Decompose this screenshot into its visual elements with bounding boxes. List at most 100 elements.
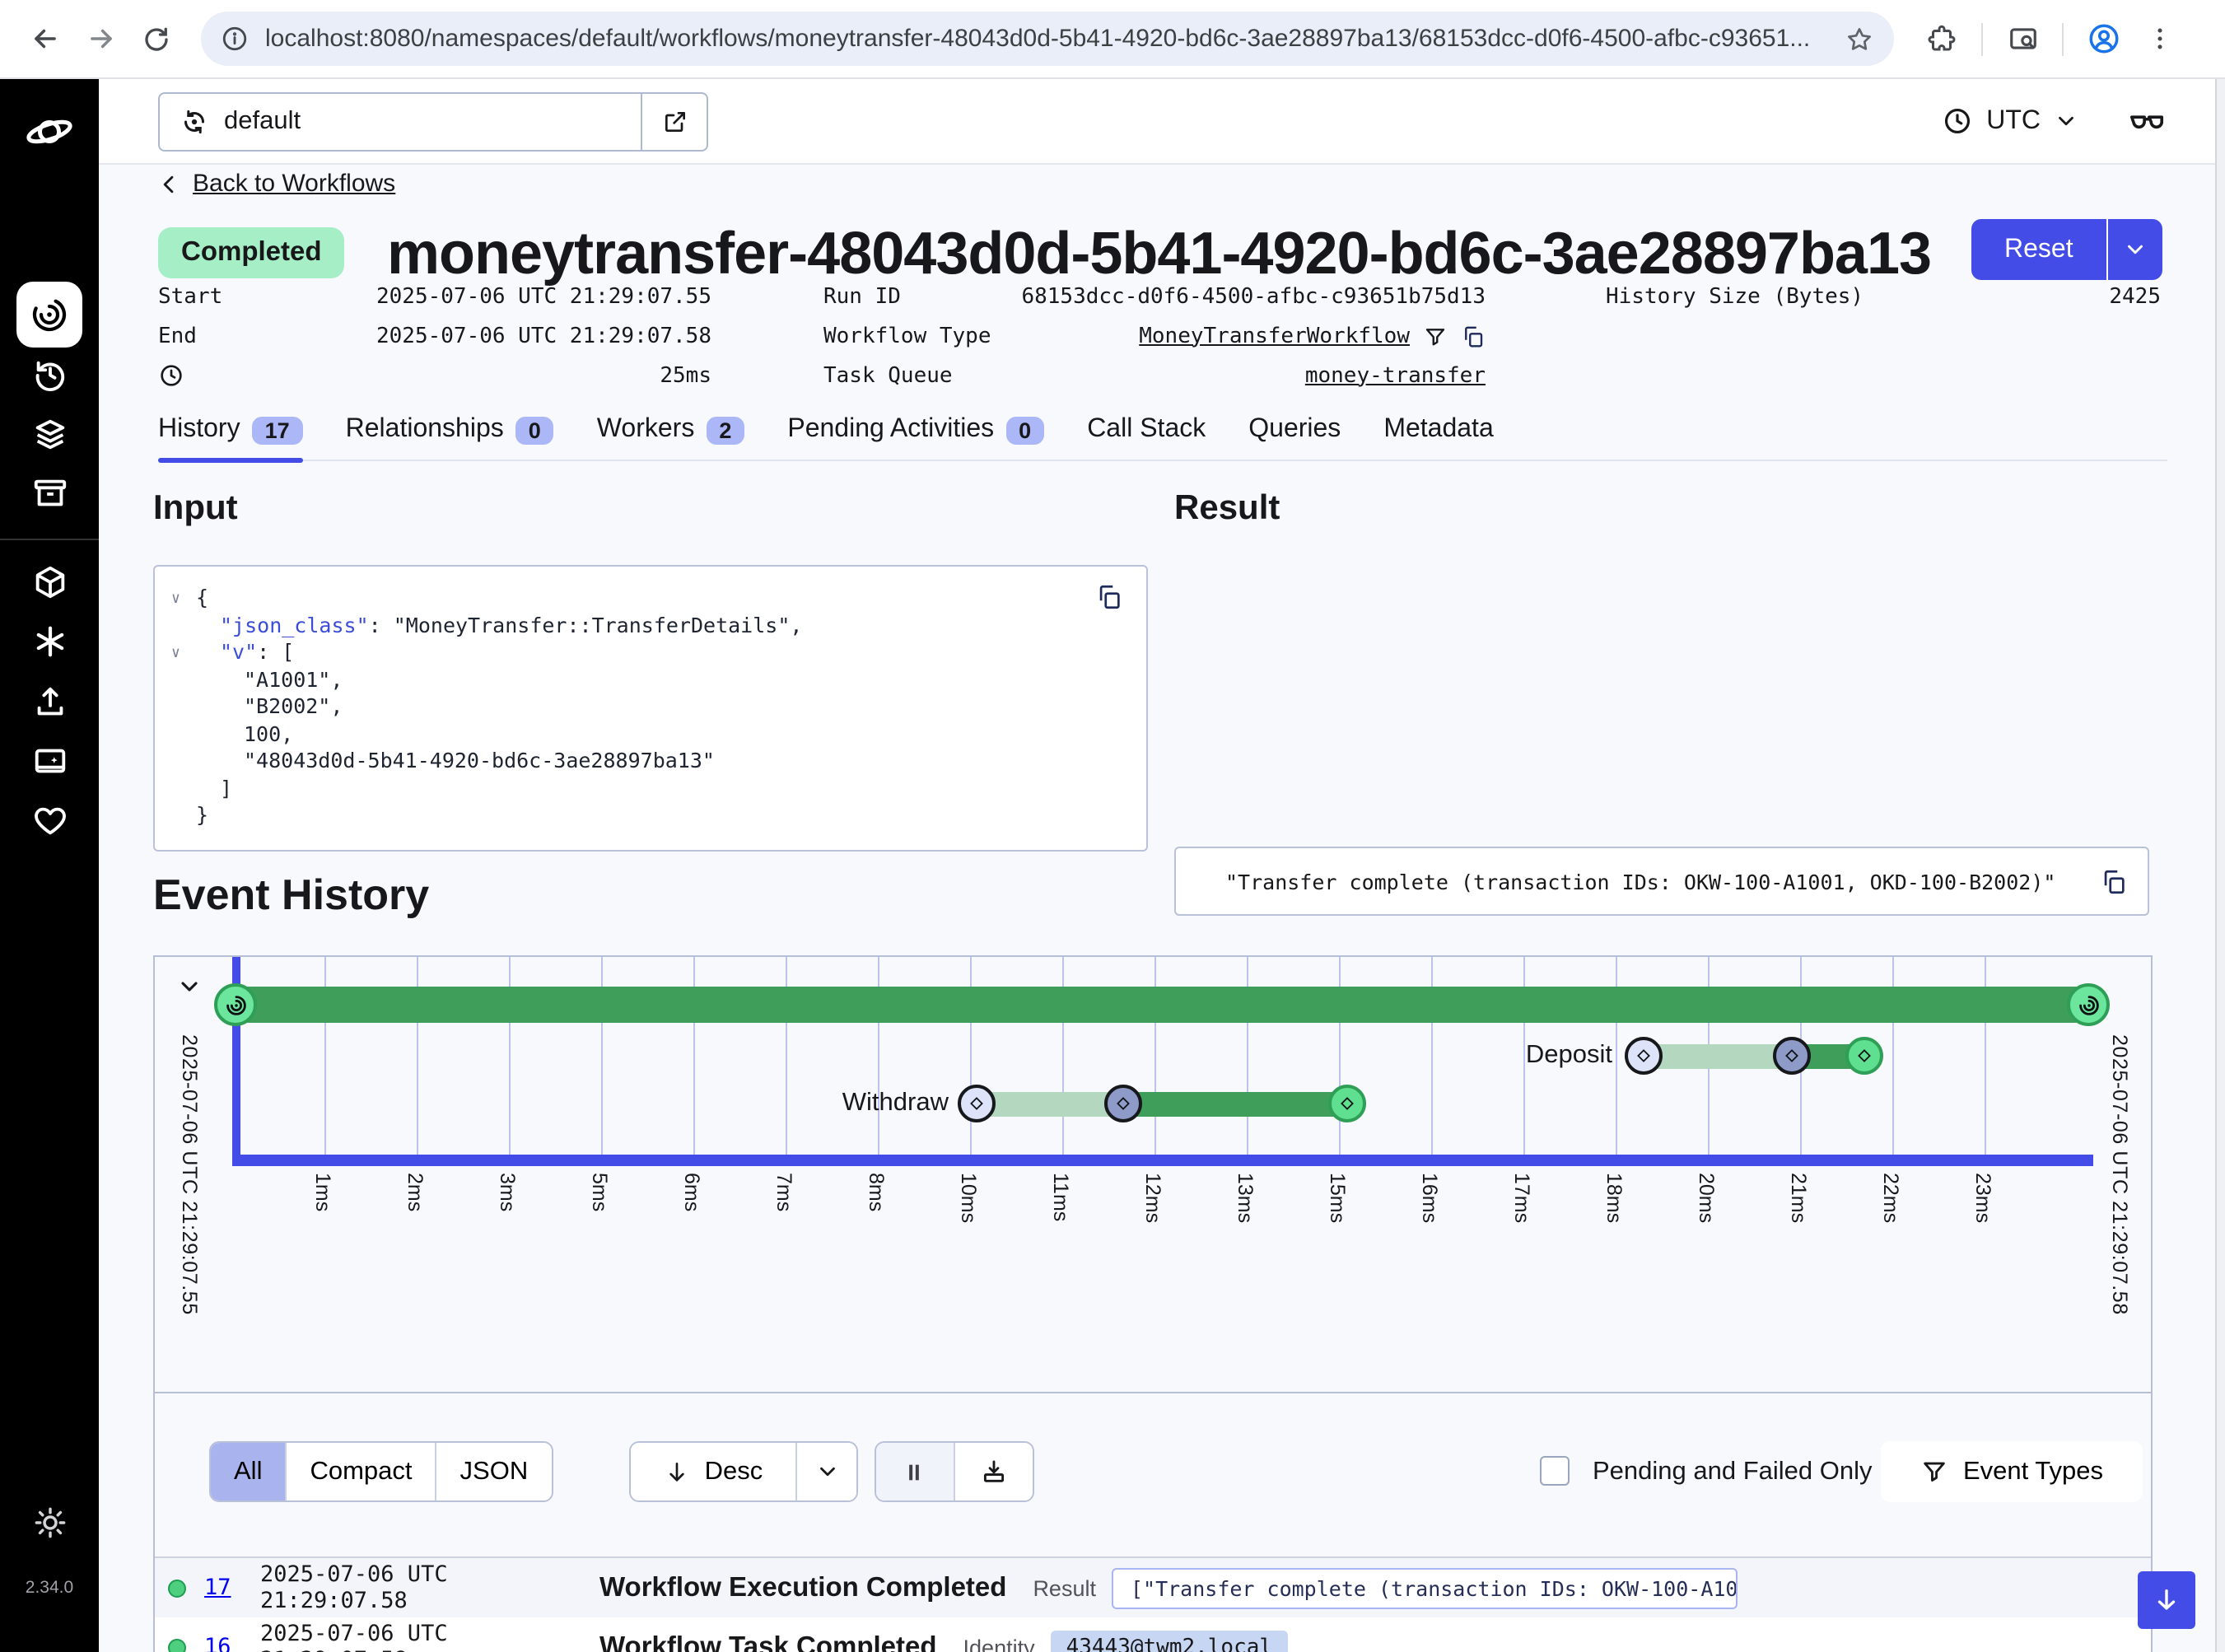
labs-glasses-icon[interactable] bbox=[2128, 102, 2166, 140]
address-bar[interactable]: localhost:8080/namespaces/default/workfl… bbox=[201, 12, 1894, 66]
sidebar-item-batch-operations[interactable] bbox=[0, 415, 99, 453]
tick-label: 18ms bbox=[1602, 1173, 1626, 1223]
schedules-icon bbox=[30, 356, 68, 394]
timeline-x-axis bbox=[232, 1155, 2093, 1166]
event-row-16[interactable]: 162025-07-06 UTC 21:29:07.58Workflow Tas… bbox=[155, 1617, 2151, 1652]
app-version: 2.34.0 bbox=[0, 1578, 99, 1598]
withdraw-activity-bar[interactable] bbox=[977, 1091, 1123, 1116]
browser-menu-icon[interactable] bbox=[2131, 11, 2187, 67]
screen: localhost:8080/namespaces/default/workfl… bbox=[0, 0, 2225, 1652]
reset-button[interactable]: Reset bbox=[1971, 219, 2106, 280]
namespace-selector[interactable]: default bbox=[158, 91, 708, 151]
page-scrollbar[interactable] bbox=[2215, 79, 2225, 1652]
sidebar-item-nexus[interactable] bbox=[0, 623, 99, 660]
event-title: Workflow Task Completed bbox=[599, 1631, 937, 1652]
json-line: ] bbox=[155, 775, 1146, 802]
workflow-endpoint-marker[interactable] bbox=[2067, 983, 2110, 1026]
sidebar-item-labs[interactable] bbox=[0, 743, 99, 781]
workflow-endpoint-marker[interactable] bbox=[214, 983, 257, 1026]
tab-relationships[interactable]: Relationships0 bbox=[346, 415, 554, 445]
filter-icon[interactable] bbox=[1423, 324, 1448, 348]
activity-completed-marker[interactable] bbox=[1845, 1037, 1883, 1075]
timezone-selector[interactable]: UTC bbox=[1942, 105, 2078, 137]
view-mode-compact[interactable]: Compact bbox=[287, 1443, 436, 1500]
event-timestamp: 2025-07-06 UTC 21:29:07.58 bbox=[260, 1561, 576, 1614]
sidebar-item-archive[interactable] bbox=[0, 474, 99, 512]
duration-value: 25ms bbox=[660, 363, 711, 388]
tab-call-stack[interactable]: Call Stack bbox=[1087, 415, 1206, 445]
theme-toggle[interactable] bbox=[0, 1505, 99, 1540]
import-upload-icon bbox=[30, 684, 68, 721]
json-line: "48043d0d-5b41-4920-bd6c-3ae28897ba13" bbox=[155, 748, 1146, 775]
timeline-start-time: 2025-07-06 UTC 21:29:07.55 bbox=[178, 1034, 201, 1315]
sidebar-item-feedback[interactable] bbox=[0, 802, 99, 840]
bookmark-star-icon[interactable] bbox=[1845, 24, 1874, 54]
tab-pending-activities[interactable]: Pending Activities0 bbox=[787, 415, 1044, 445]
view-mode-json[interactable]: JSON bbox=[437, 1443, 552, 1500]
sidebar-item-workflows[interactable] bbox=[0, 282, 99, 348]
activity-started-marker[interactable] bbox=[1104, 1085, 1142, 1122]
tab-history[interactable]: History17 bbox=[158, 415, 303, 445]
profile-avatar-icon[interactable] bbox=[2075, 11, 2131, 67]
pause-button[interactable] bbox=[876, 1443, 954, 1500]
collapse-caret-icon[interactable]: ∨ bbox=[171, 641, 180, 668]
event-detail-value: 43443@twm2.local bbox=[1052, 1630, 1287, 1652]
activity-scheduled-marker[interactable] bbox=[1625, 1037, 1663, 1075]
event-history-heading: Event History bbox=[153, 870, 429, 921]
run-id-label: Run ID bbox=[823, 284, 901, 309]
workflow-title: moneytransfer-48043d0d-5b41-4920-bd6c-3a… bbox=[387, 219, 1931, 288]
copy-input-icon[interactable] bbox=[1095, 583, 1123, 611]
arrow-down-icon bbox=[2153, 1586, 2181, 1614]
external-link-icon bbox=[661, 108, 688, 134]
tick-label: 3ms bbox=[496, 1173, 519, 1211]
tab-workers[interactable]: Workers2 bbox=[597, 415, 745, 445]
tab-metadata[interactable]: Metadata bbox=[1383, 415, 1493, 445]
activity-completed-marker[interactable] bbox=[1328, 1085, 1366, 1122]
download-history-button[interactable] bbox=[954, 1443, 1033, 1500]
workflow-execution-bar[interactable] bbox=[236, 987, 2088, 1023]
temporal-logo-icon[interactable] bbox=[0, 107, 99, 156]
sort-menu-button[interactable] bbox=[797, 1443, 856, 1500]
browser-reload-icon[interactable] bbox=[128, 11, 184, 67]
pause-icon bbox=[903, 1460, 926, 1483]
sort-desc-button[interactable]: Desc bbox=[631, 1443, 797, 1500]
reading-mode-icon[interactable] bbox=[1994, 11, 2050, 67]
sidebar-item-schedules[interactable] bbox=[0, 356, 99, 394]
tab-count-badge: 0 bbox=[1005, 416, 1044, 444]
input-panel: ∨{"json_class": "MoneyTransfer::Transfer… bbox=[153, 565, 1148, 852]
copy-result-icon[interactable] bbox=[2100, 868, 2128, 896]
site-info-icon[interactable] bbox=[221, 25, 249, 53]
event-id-link[interactable]: 17 bbox=[204, 1575, 240, 1601]
back-to-workflows-link[interactable]: Back to Workflows bbox=[158, 170, 395, 198]
event-types-button[interactable]: Event Types bbox=[1881, 1441, 2143, 1502]
event-row-17[interactable]: 172025-07-06 UTC 21:29:07.58Workflow Exe… bbox=[155, 1558, 2151, 1617]
activity-started-marker[interactable] bbox=[1773, 1037, 1811, 1075]
divider bbox=[1981, 22, 1983, 55]
event-detail-label: Result bbox=[1033, 1575, 1096, 1600]
event-id-link[interactable]: 16 bbox=[204, 1634, 240, 1652]
batch-operations-icon bbox=[30, 415, 68, 453]
copy-icon[interactable] bbox=[1461, 324, 1486, 348]
json-line: "B2002", bbox=[155, 693, 1146, 721]
tab-queries[interactable]: Queries bbox=[1248, 415, 1341, 445]
reset-menu-button[interactable] bbox=[2106, 219, 2162, 280]
pending-failed-label: Pending and Failed Only bbox=[1593, 1458, 1873, 1487]
namespace-external-link[interactable] bbox=[641, 93, 707, 149]
deposit-activity-bar[interactable] bbox=[1644, 1043, 1792, 1068]
sidebar-item-namespaces[interactable] bbox=[0, 563, 99, 601]
browser-back-icon[interactable] bbox=[16, 11, 72, 67]
withdraw-activity-bar[interactable] bbox=[1123, 1091, 1347, 1116]
url-text[interactable]: localhost:8080/namespaces/default/workfl… bbox=[265, 25, 1845, 53]
extensions-icon[interactable] bbox=[1914, 11, 1970, 67]
pending-failed-checkbox[interactable] bbox=[1540, 1456, 1570, 1486]
collapse-caret-icon[interactable]: ∨ bbox=[171, 586, 180, 614]
task-queue-link[interactable]: money-transfer bbox=[1305, 363, 1486, 388]
timeline-collapse-button[interactable] bbox=[176, 973, 203, 1000]
sidebar-item-import[interactable] bbox=[0, 684, 99, 721]
activity-scheduled-marker[interactable] bbox=[958, 1085, 996, 1122]
workflow-type-link[interactable]: MoneyTransferWorkflow bbox=[1139, 324, 1410, 348]
browser-forward-icon[interactable] bbox=[72, 11, 128, 67]
end-value: 2025-07-06 UTC 21:29:07.58 bbox=[376, 324, 711, 348]
view-mode-all[interactable]: All bbox=[211, 1443, 287, 1500]
scroll-to-bottom-button[interactable] bbox=[2138, 1571, 2195, 1629]
